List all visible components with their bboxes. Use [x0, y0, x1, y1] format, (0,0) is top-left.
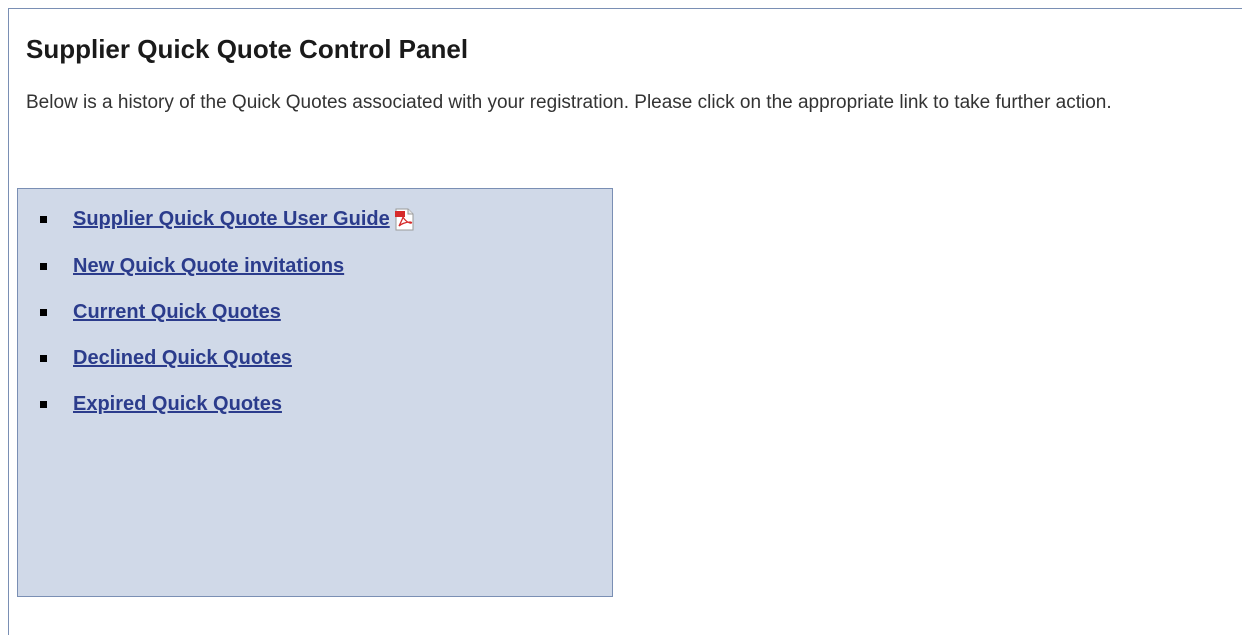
intro-text: Below is a history of the Quick Quotes a…	[26, 92, 1112, 113]
bullet-icon	[40, 215, 47, 223]
declined-quotes-link[interactable]: Declined Quick Quotes	[73, 347, 292, 370]
bullet-icon	[40, 400, 47, 408]
pdf-icon[interactable]	[394, 208, 415, 231]
menu-item-user-guide: Supplier Quick Quote User Guide	[18, 204, 415, 234]
new-invitations-link[interactable]: New Quick Quote invitations	[73, 255, 344, 278]
expired-quotes-link[interactable]: Expired Quick Quotes	[73, 393, 282, 416]
bullet-icon	[40, 308, 47, 316]
quick-quote-menu-panel: Supplier Quick Quote User Guide New Quic…	[17, 188, 613, 597]
page-title: Supplier Quick Quote Control Panel	[26, 34, 469, 64]
menu-item-current-quotes: Current Quick Quotes	[18, 297, 281, 327]
menu-item-declined-quotes: Declined Quick Quotes	[18, 343, 292, 373]
menu-item-expired-quotes: Expired Quick Quotes	[18, 389, 282, 419]
current-quotes-link[interactable]: Current Quick Quotes	[73, 301, 281, 324]
bullet-icon	[40, 262, 47, 270]
user-guide-link[interactable]: Supplier Quick Quote User Guide	[73, 208, 390, 231]
bullet-icon	[40, 354, 47, 362]
menu-item-new-invitations: New Quick Quote invitations	[18, 251, 344, 281]
